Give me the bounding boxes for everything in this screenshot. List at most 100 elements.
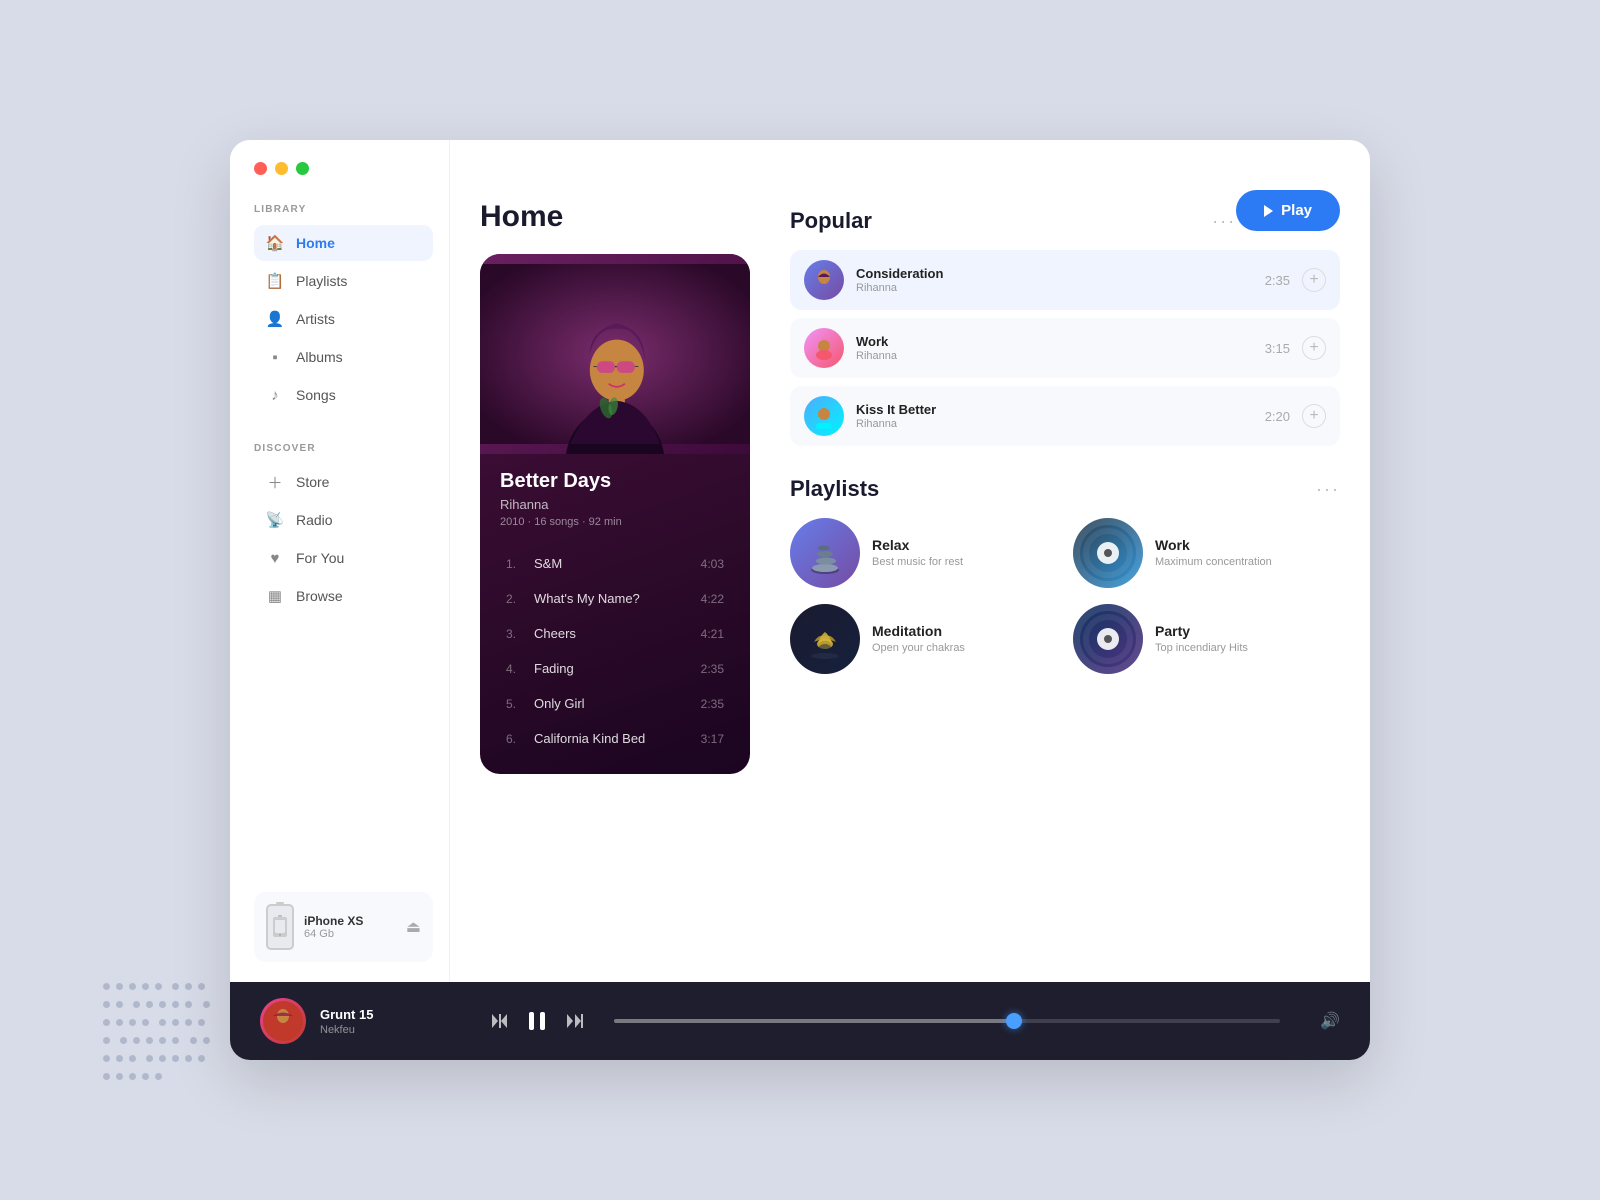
playlist-desc-work: Maximum concentration [1155,555,1272,569]
decorative-dots [100,980,220,1100]
track-row-1[interactable]: 1. S&M 4:03 [486,546,744,581]
radio-icon: 📡 [266,511,284,529]
track-name-1: S&M [534,556,701,571]
track-row-6[interactable]: 6. California Kind Bed 3:17 [486,721,744,756]
playlist-desc-meditation: Open your chakras [872,641,965,655]
progress-thumb[interactable] [1006,1013,1022,1029]
player-controls [490,1010,584,1032]
playlists-more-options[interactable]: ··· [1316,479,1340,500]
album-meta: 2010 · 16 songs · 92 min [500,516,730,528]
now-playing: Grunt 15 Nekfeu [260,998,460,1044]
sidebar-item-foryou[interactable]: ♥ For You [254,540,433,576]
close-button[interactable] [254,162,267,175]
sidebar-item-store[interactable]: ＋ Store [254,464,433,500]
popular-avatar-1 [804,260,844,300]
playlist-cover-work [1073,518,1143,588]
now-playing-info: Grunt 15 Nekfeu [320,1007,373,1036]
sidebar: LIBRARY 🏠 Home 📋 Playlists 👤 Artists ▪ A… [230,140,450,982]
popular-avatar-3 [804,396,844,436]
now-playing-title: Grunt 15 [320,1007,373,1022]
album-section: Home [450,140,770,982]
songs-icon: ♪ [266,386,284,404]
sidebar-item-store-label: Store [296,474,329,490]
minimize-button[interactable] [275,162,288,175]
playlist-name-relax: Relax [872,537,963,553]
player-bar: Grunt 15 Nekfeu [230,982,1370,1060]
progress-bar[interactable] [614,1019,1280,1023]
playlists-icon: 📋 [266,272,284,290]
popular-item-3[interactable]: Kiss It Better Rihanna 2:20 + [790,386,1340,446]
playlist-item-relax[interactable]: Relax Best music for rest [790,518,1057,588]
main-content: LIBRARY 🏠 Home 📋 Playlists 👤 Artists ▪ A… [230,140,1370,982]
playlist-cover-party [1073,604,1143,674]
popular-info-1: Consideration Rihanna [856,266,1253,294]
album-artist: Rihanna [500,497,730,512]
track-duration-1: 4:03 [701,557,724,571]
sidebar-item-home[interactable]: 🏠 Home [254,225,433,261]
popular-more-options[interactable]: ··· [1212,211,1236,232]
track-row-4[interactable]: 4. Fading 2:35 [486,651,744,686]
prev-track-button[interactable] [490,1012,508,1030]
eject-icon[interactable]: ⏏ [406,917,421,937]
track-number-1: 1. [506,557,526,571]
sidebar-item-artists[interactable]: 👤 Artists [254,301,433,337]
sidebar-item-home-label: Home [296,235,335,251]
sidebar-item-albums[interactable]: ▪ Albums [254,339,433,375]
next-track-button[interactable] [566,1012,584,1030]
track-row-3[interactable]: 3. Cheers 4:21 [486,616,744,651]
popular-item-2[interactable]: Work Rihanna 3:15 + [790,318,1340,378]
playlist-item-meditation[interactable]: Meditation Open your chakras [790,604,1057,674]
device-info: iPhone XS 64 Gb [304,914,396,940]
page-area: Home [450,140,1370,982]
track-list: 1. S&M 4:03 2. What's My Name? 4:22 3. C… [480,538,750,774]
popular-name-2: Work [856,334,1253,349]
album-cover-art [480,254,750,454]
playlist-item-work[interactable]: Work Maximum concentration [1073,518,1340,588]
playlist-item-party[interactable]: Party Top incendiary Hits [1073,604,1340,674]
track-row-2[interactable]: 2. What's My Name? 4:22 [486,581,744,616]
popular-duration-2: 3:15 [1265,341,1290,356]
track-name-4: Fading [534,661,701,676]
artists-icon: 👤 [266,310,284,328]
progress-fill [614,1019,1014,1023]
device-icon [266,904,294,950]
track-row-5[interactable]: 5. Only Girl 2:35 [486,686,744,721]
track-number-6: 6. [506,732,526,746]
popular-info-2: Work Rihanna [856,334,1253,362]
play-button[interactable]: Play [1236,190,1340,231]
popular-add-2[interactable]: + [1302,336,1326,360]
maximize-button[interactable] [296,162,309,175]
track-duration-2: 4:22 [701,592,724,606]
sidebar-item-radio[interactable]: 📡 Radio [254,502,433,538]
sidebar-item-browse[interactable]: ▦ Browse [254,578,433,614]
track-duration-4: 2:35 [701,662,724,676]
sidebar-item-radio-label: Radio [296,512,333,528]
sidebar-item-playlists[interactable]: 📋 Playlists [254,263,433,299]
albums-icon: ▪ [266,348,284,366]
popular-item-1[interactable]: Consideration Rihanna 2:35 + [790,250,1340,310]
sidebar-item-songs[interactable]: ♪ Songs [254,377,433,413]
playlist-desc-relax: Best music for rest [872,555,963,569]
popular-duration-3: 2:20 [1265,409,1290,424]
popular-avatar-2 [804,328,844,368]
playlist-name-meditation: Meditation [872,623,965,639]
play-pause-button[interactable] [526,1010,548,1032]
page-title: Home [480,200,750,234]
sidebar-item-playlists-label: Playlists [296,273,347,289]
playlist-info-party: Party Top incendiary Hits [1155,623,1248,655]
volume-area: 🔊 [1320,1011,1340,1031]
track-name-2: What's My Name? [534,591,701,606]
sidebar-item-browse-label: Browse [296,588,343,604]
popular-section-header: Popular ··· [790,208,1236,234]
popular-name-3: Kiss It Better [856,402,1253,417]
now-playing-artwork [260,998,306,1044]
browse-icon: ▦ [266,587,284,605]
popular-add-1[interactable]: + [1302,268,1326,292]
playlists-grid: Relax Best music for rest [790,518,1340,674]
right-panel: Play Popular ··· [770,140,1370,982]
album-info: Better Days Rihanna 2010 · 16 songs · 92… [480,454,750,538]
popular-add-3[interactable]: + [1302,404,1326,428]
device-name: iPhone XS [304,914,396,928]
track-name-6: California Kind Bed [534,731,701,746]
playlist-cover-meditation [790,604,860,674]
